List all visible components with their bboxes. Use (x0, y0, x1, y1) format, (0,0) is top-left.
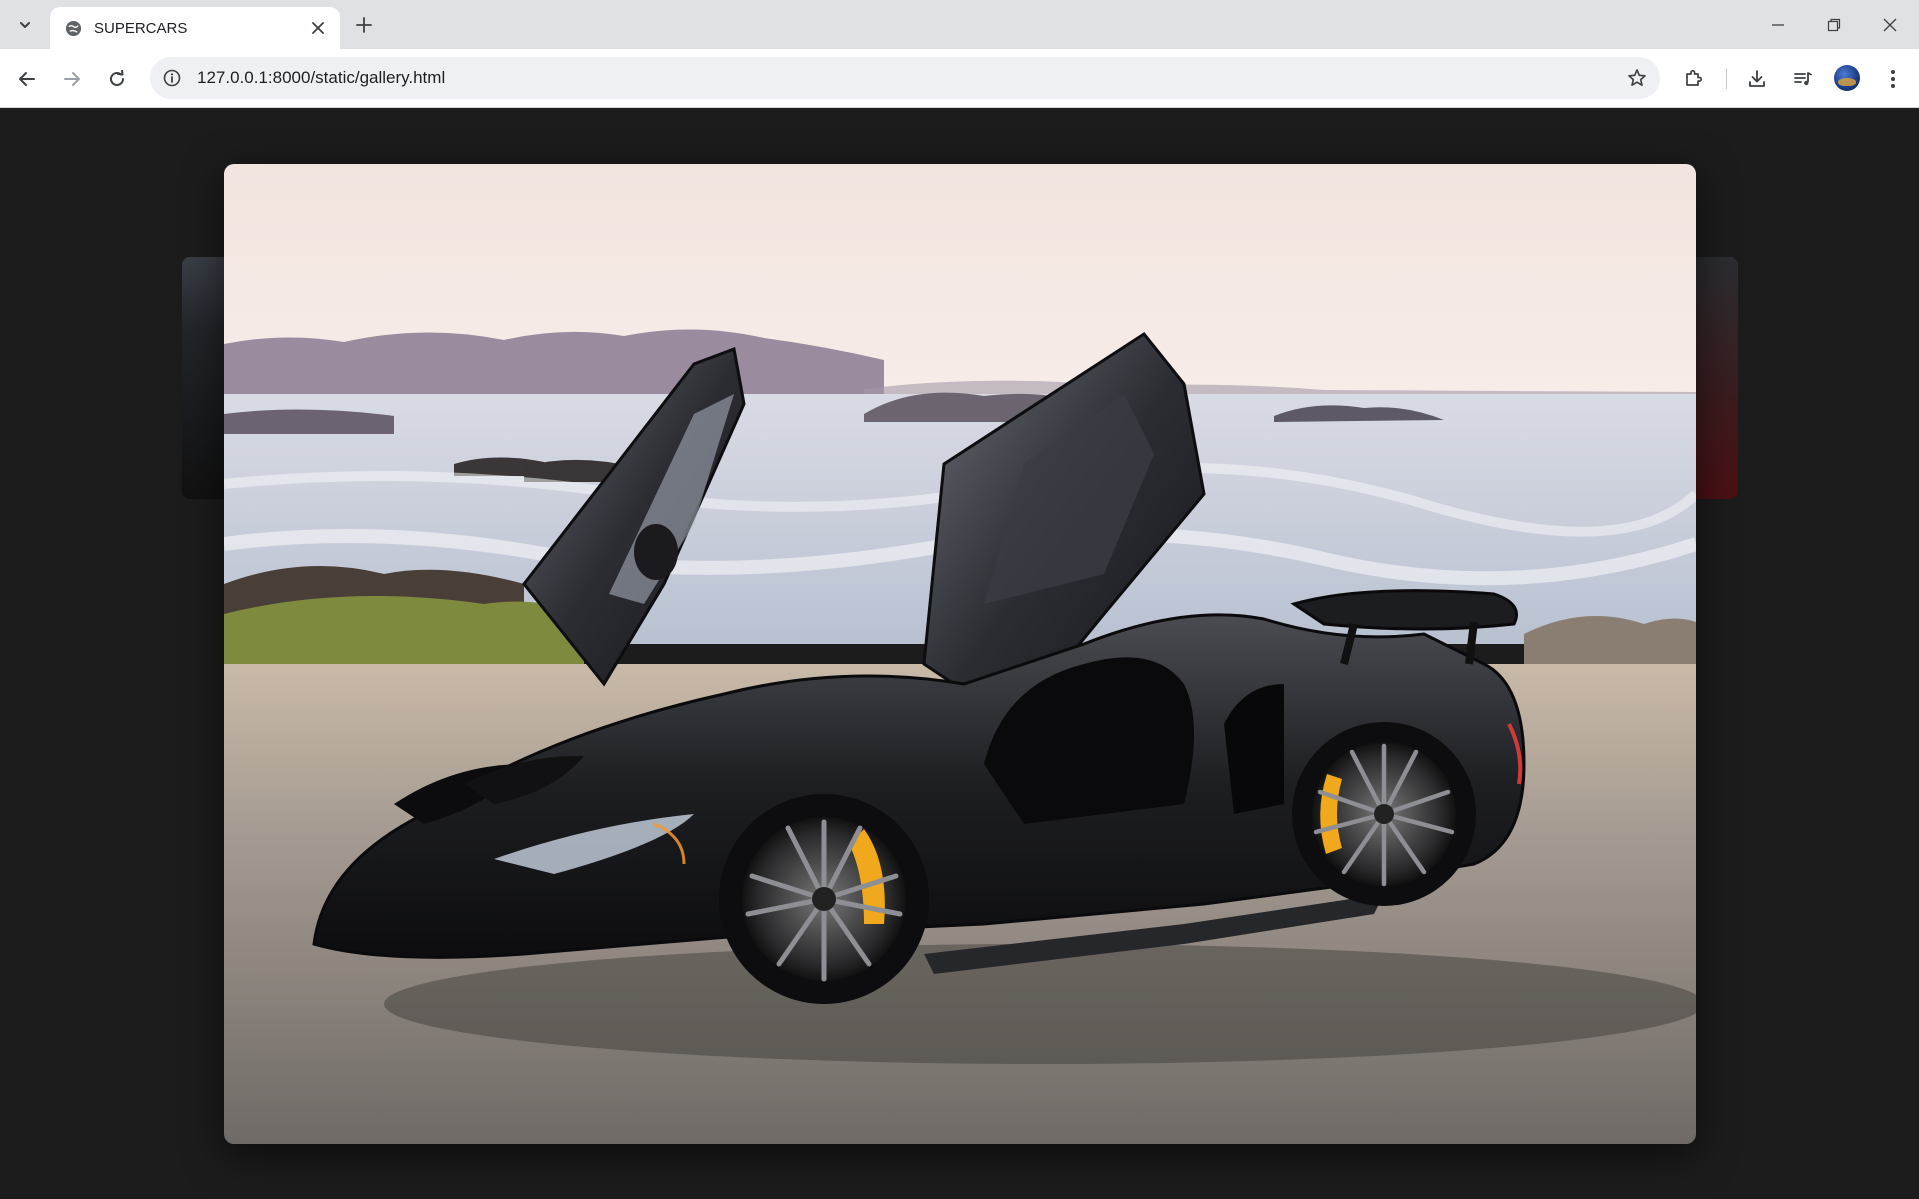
lightbox-image[interactable] (224, 164, 1696, 1144)
minimize-button[interactable] (1750, 0, 1806, 49)
close-icon (1883, 18, 1897, 31)
forward-button[interactable] (55, 62, 89, 96)
car-photo-illustration (224, 164, 1696, 1144)
tab-strip: SUPERCARS (0, 0, 1919, 49)
close-window-button[interactable] (1862, 0, 1918, 49)
site-info-button[interactable] (157, 63, 187, 93)
active-tab[interactable]: SUPERCARS (50, 7, 340, 49)
info-icon (163, 69, 181, 87)
arrow-right-icon (64, 72, 80, 86)
minimize-icon (1772, 23, 1784, 26)
reload-button[interactable] (100, 62, 134, 96)
download-icon (1749, 70, 1765, 87)
restore-button[interactable] (1806, 0, 1862, 49)
arrow-left-icon (19, 72, 35, 86)
new-tab-button[interactable] (349, 10, 379, 40)
tab-title: SUPERCARS (94, 19, 188, 37)
browser-toolbar: 127.0.0.1:8000/static/gallery.html (0, 49, 1919, 108)
toolbar-separator (1726, 69, 1727, 89)
globe-icon (64, 19, 82, 37)
plus-icon (356, 17, 372, 33)
profile-avatar[interactable] (1834, 65, 1860, 91)
downloads-button[interactable] (1740, 62, 1774, 96)
bookmark-button[interactable] (1620, 61, 1654, 95)
close-tab-button[interactable] (305, 15, 331, 41)
menu-icon (1891, 70, 1895, 88)
address-bar[interactable]: 127.0.0.1:8000/static/gallery.html (150, 57, 1660, 99)
back-button[interactable] (10, 62, 44, 96)
url-text: 127.0.0.1:8000/static/gallery.html (197, 68, 446, 87)
media-controls-icon (1794, 72, 1812, 86)
media-controls-button[interactable] (1786, 62, 1820, 96)
chevron-down-icon (20, 22, 30, 28)
star-icon (1628, 69, 1646, 86)
restore-icon (1827, 18, 1841, 31)
page-viewport (0, 109, 1919, 1199)
extensions-button[interactable] (1676, 62, 1710, 96)
reload-icon (110, 70, 124, 86)
tab-search-button[interactable] (10, 10, 40, 40)
extensions-icon (1686, 69, 1703, 86)
close-icon (312, 22, 324, 34)
chrome-menu-button[interactable] (1876, 62, 1910, 96)
